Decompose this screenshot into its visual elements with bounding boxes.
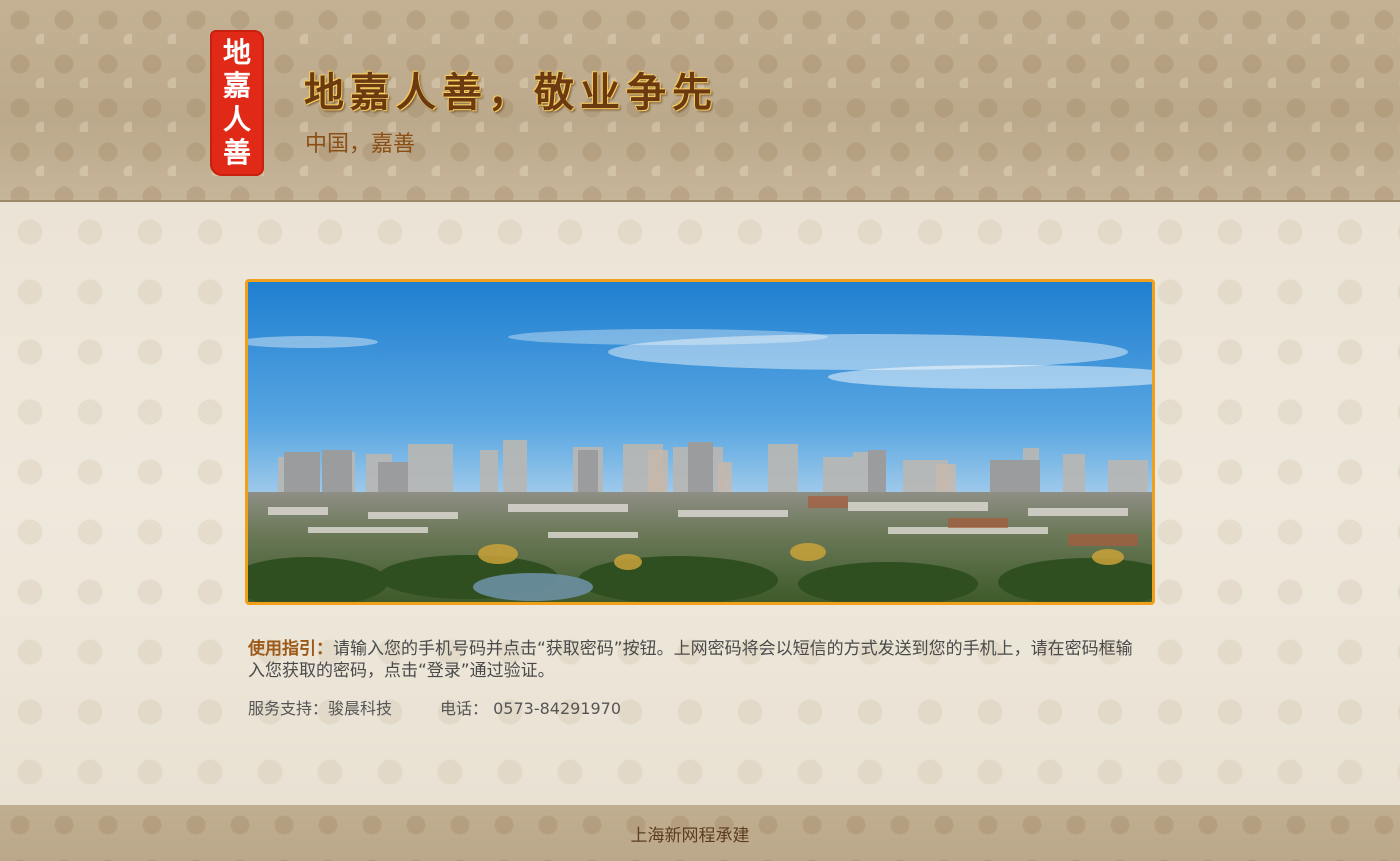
seal-logo: 地 嘉 人 善 xyxy=(210,30,264,176)
city-skyline-image xyxy=(245,279,1155,605)
usage-guide-label: 使用指引： xyxy=(248,639,333,659)
support-phone: 电话： 0573-84291970 xyxy=(440,699,622,718)
seal-char: 人 xyxy=(222,102,251,136)
main-content: 使用指引：请输入您的手机号码并点击“获取密码”按钮。上网密码将会以短信的方式发送… xyxy=(0,202,1400,805)
seal-char: 地 xyxy=(222,35,251,69)
usage-guide: 使用指引：请输入您的手机号码并点击“获取密码”按钮。上网密码将会以短信的方式发送… xyxy=(248,638,1148,682)
skyline-illustration xyxy=(248,282,1152,602)
seal-char: 善 xyxy=(222,136,251,170)
usage-guide-text: 请输入您的手机号码并点击“获取密码”按钮。上网密码将会以短信的方式发送到您的手机… xyxy=(248,639,1133,681)
slogan-title: 地嘉人善，敬业争先 xyxy=(304,69,718,116)
footer-credit: 上海新网程承建 xyxy=(630,825,750,846)
footer: 上海新网程承建 xyxy=(0,805,1400,861)
service-provider: 服务支持：骏晨科技 xyxy=(248,699,393,718)
support-info: 服务支持：骏晨科技 电话： 0573-84291970 xyxy=(248,695,621,719)
seal-char: 嘉 xyxy=(222,69,251,103)
slogan-subtitle: 中国，嘉善 xyxy=(305,132,416,157)
header-banner: 地 嘉 人 善 地嘉人善，敬业争先 中国，嘉善 xyxy=(0,0,1400,206)
